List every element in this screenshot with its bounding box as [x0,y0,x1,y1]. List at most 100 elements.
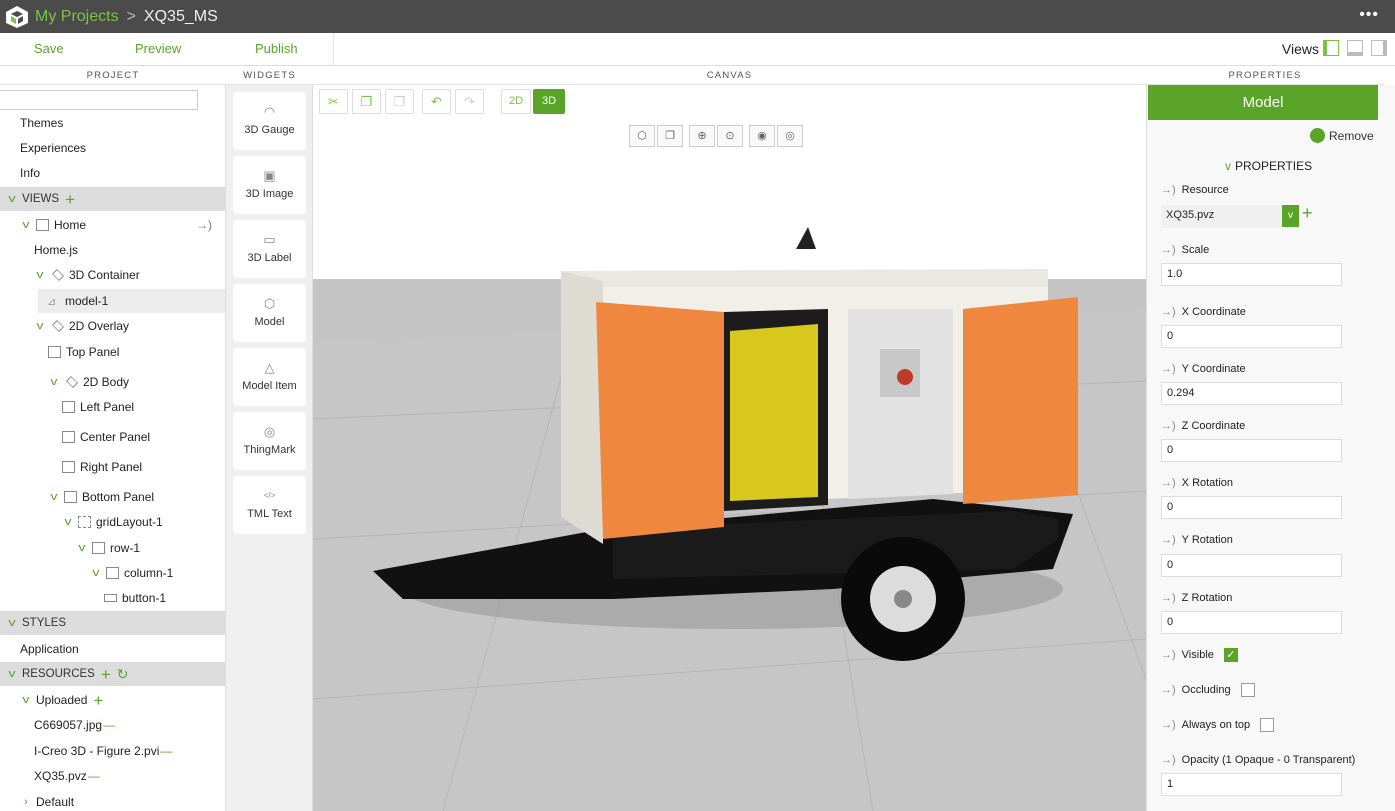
tree-item-model-1[interactable]: ⊿ model-1 [38,289,225,313]
tree-item-uploaded[interactable]: v Uploaded + [0,688,225,712]
binding-icon[interactable]: →) [1161,684,1176,696]
chevron-down-icon[interactable]: v [32,269,48,281]
tree-item-file-2[interactable]: I-Creo 3D - Figure 2.pvi — [0,739,225,763]
tree-item-button-1[interactable]: button-1 [0,586,225,610]
cube-view-icon[interactable]: ⬡ [629,125,655,147]
chevron-down-icon[interactable]: v [1282,205,1299,227]
chevron-down-icon[interactable]: v [4,668,20,680]
binding-icon[interactable]: →) [1161,184,1176,196]
binding-icon[interactable]: →) [1161,306,1176,318]
tree-item-row-1[interactable]: v row-1 [0,536,225,560]
cut-icon[interactable]: ✂ [319,89,348,114]
add-view-icon[interactable]: + [65,191,75,208]
tree-item-themes[interactable]: Themes [0,111,225,135]
tree-item-column-1[interactable]: v column-1 [0,561,225,585]
binding-icon[interactable]: →) [1161,244,1176,256]
tree-item-3d-container[interactable]: v 3D Container [0,263,225,287]
chevron-down-icon[interactable]: v [1225,159,1231,173]
project-search-input[interactable] [0,90,198,110]
show-icon[interactable]: ◎ [777,125,803,147]
publish-button[interactable]: Publish [255,41,298,56]
chevron-down-icon[interactable]: v [46,491,62,503]
tree-item-default[interactable]: › Default [0,790,225,811]
chevron-down-icon[interactable]: v [18,219,34,231]
occluding-checkbox[interactable] [1240,683,1255,697]
copy-icon[interactable]: ❐ [352,89,381,114]
breadcrumb-root-link[interactable]: My Projects [35,8,119,26]
tree-item-application[interactable]: Application [0,637,225,661]
chevron-down-icon[interactable]: v [4,193,20,205]
widget-3d-label[interactable]: ▭ 3D Label [233,220,306,278]
tree-item-info[interactable]: Info [0,161,225,185]
chevron-down-icon[interactable]: v [32,320,48,332]
widget-3d-image[interactable]: ▣ 3D Image [233,156,306,214]
redo-icon[interactable]: ↷ [455,89,484,114]
widget-thingmark[interactable]: ◎ ThingMark [233,412,306,470]
z-rotation-field[interactable]: 0 [1161,611,1342,634]
right-panel-view-icon[interactable] [1371,40,1387,56]
mode-3d-button[interactable]: 3D [533,89,565,114]
chevron-down-icon[interactable]: v [74,542,90,554]
add-upload-icon[interactable]: + [93,692,103,709]
remove-file-icon[interactable]: — [160,744,172,758]
z-coordinate-field[interactable]: 0 [1161,439,1342,462]
add-resource-icon[interactable]: + [1302,203,1313,224]
3d-viewport[interactable] [313,119,1146,811]
chevron-down-icon[interactable]: v [18,694,34,706]
styles-section-header[interactable]: v STYLES [0,611,225,635]
binding-icon[interactable]: →) [1161,420,1176,432]
undo-icon[interactable]: ↶ [422,89,451,114]
tree-item-home[interactable]: v Home →) [0,213,225,237]
tree-item-2d-body[interactable]: v 2D Body [0,370,225,394]
opacity-field[interactable]: 1 [1161,773,1342,796]
tree-item-center-panel[interactable]: Center Panel [0,425,225,449]
binding-icon[interactable]: →) [1161,592,1176,604]
save-button[interactable]: Save [34,41,64,56]
chevron-down-icon[interactable]: v [60,516,76,528]
x-rotation-field[interactable]: 0 [1161,496,1342,519]
x-coordinate-field[interactable]: 0 [1161,325,1342,348]
add-resource-icon[interactable]: + [101,666,111,683]
binding-icon[interactable]: →) [196,218,212,232]
remove-button[interactable]: Remove [1310,128,1374,143]
left-panel-view-icon[interactable] [1323,40,1339,56]
binding-icon[interactable]: →) [1161,719,1176,731]
resource-select[interactable]: XQ35.pvz [1161,205,1282,228]
hide-icon[interactable]: ◉ [749,125,775,147]
tree-item-file-3[interactable]: XQ35.pvz — [0,764,225,788]
y-rotation-field[interactable]: 0 [1161,554,1342,577]
tree-item-file-1[interactable]: C669057.jpg — [0,713,225,737]
always-on-top-checkbox[interactable] [1260,718,1275,732]
refresh-icon[interactable]: ↻ [117,667,129,681]
paste-icon[interactable]: ❐ [385,89,414,114]
tree-item-bottom-panel[interactable]: v Bottom Panel [0,485,225,509]
tree-item-right-panel[interactable]: Right Panel [0,455,225,479]
tree-item-home-js[interactable]: Home.js [0,238,225,262]
mode-2d-button[interactable]: 2D [501,89,531,114]
binding-icon[interactable]: →) [1161,363,1176,375]
chevron-down-icon[interactable]: v [88,567,104,579]
binding-icon[interactable]: →) [1161,754,1176,766]
widget-model[interactable]: ⬡ Model [233,284,306,342]
tree-item-experiences[interactable]: Experiences [0,136,225,160]
zoom-selection-icon[interactable]: ⊙ [717,125,743,147]
remove-file-icon[interactable]: — [88,769,100,783]
window-view-icon[interactable]: ❐ [657,125,683,147]
binding-icon[interactable]: →) [1161,649,1176,661]
tree-item-left-panel[interactable]: Left Panel [0,395,225,419]
visible-checkbox[interactable]: ✓ [1223,648,1238,662]
widget-3d-gauge[interactable]: ◠ 3D Gauge [233,92,306,150]
views-section-header[interactable]: v VIEWS + [0,187,225,211]
bottom-panel-view-icon[interactable] [1347,40,1363,56]
widget-model-item[interactable]: △ Model Item [233,348,306,406]
chevron-down-icon[interactable]: v [46,376,62,388]
y-coordinate-field[interactable]: 0.294 [1161,382,1342,405]
tree-item-top-panel[interactable]: Top Panel [0,340,225,364]
scale-field[interactable]: 1.0 [1161,263,1342,286]
chevron-down-icon[interactable]: v [4,617,20,629]
chevron-right-icon[interactable]: › [20,796,32,808]
resources-section-header[interactable]: v RESOURCES + ↻ [0,662,225,686]
remove-file-icon[interactable]: — [103,718,115,732]
tree-item-grid-layout-1[interactable]: v gridLayout-1 [0,510,225,534]
tree-item-2d-overlay[interactable]: v 2D Overlay [0,314,225,338]
